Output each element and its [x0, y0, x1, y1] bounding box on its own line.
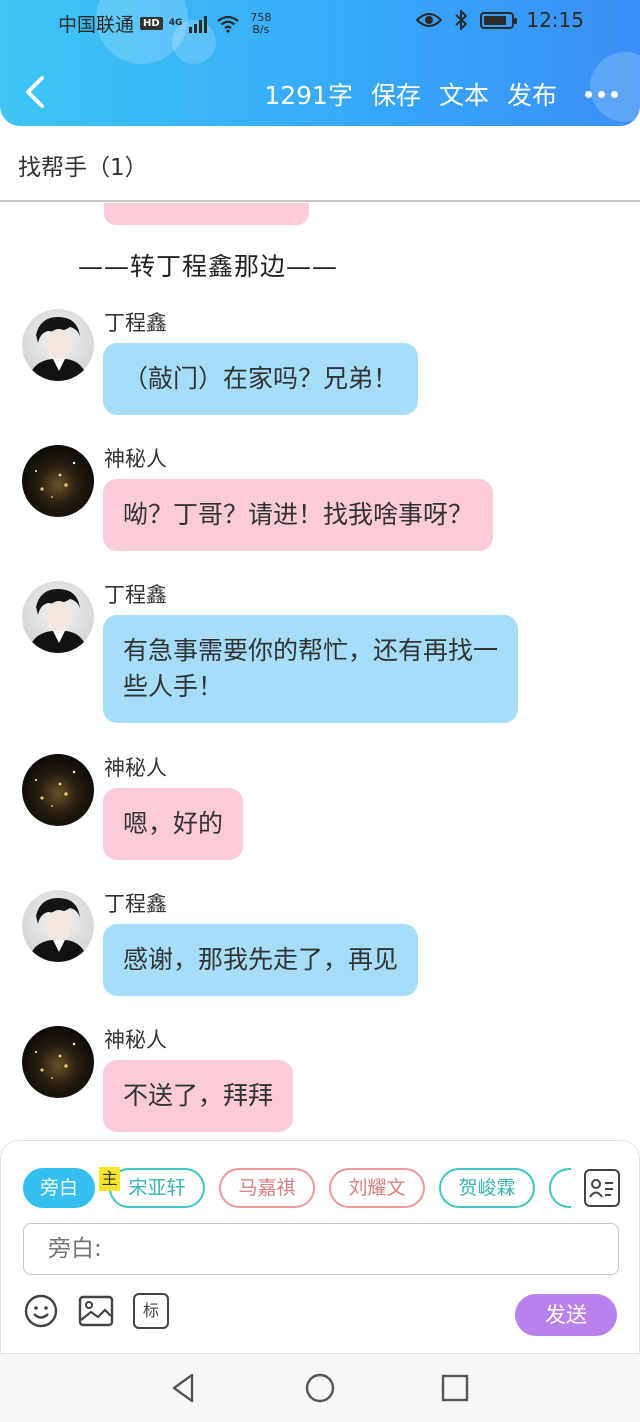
avatar[interactable] — [22, 1026, 94, 1098]
message-line: 些人手！ — [123, 672, 224, 701]
person-avatar-icon — [28, 317, 88, 381]
more-dot — [611, 90, 618, 98]
role-chip-narrator[interactable]: 旁白 — [23, 1168, 95, 1208]
nav-back-button[interactable] — [166, 1370, 202, 1406]
image-icon — [78, 1295, 114, 1327]
sender-name: 神秘人 — [104, 447, 167, 471]
battery-icon — [480, 11, 518, 29]
narration-line[interactable]: ——转丁程鑫那边—— — [78, 247, 338, 283]
chat-title-bar: 找帮手（1） — [0, 126, 640, 202]
sender-name: 丁程鑫 — [104, 583, 167, 607]
smiley-icon — [24, 1294, 58, 1328]
person-avatar-icon — [28, 898, 88, 962]
message-line: 有急事需要你的帮忙，还有再找一 — [123, 636, 499, 665]
message-bubble[interactable]: （敲门）在家吗？兄弟！ — [103, 343, 419, 415]
chevron-left-icon — [26, 76, 44, 108]
person-avatar-icon — [28, 589, 88, 653]
publish-button[interactable]: 发布 — [507, 76, 557, 112]
sparkle-avatar-icon — [35, 770, 76, 807]
square-recent-icon — [441, 1374, 469, 1402]
status-bar: 中国联通 HD 4G 758 B/s 12:15 — [0, 0, 640, 44]
role-chip[interactable]: 刘耀文 — [329, 1168, 425, 1208]
wifi-icon — [217, 15, 240, 33]
system-nav-bar — [0, 1354, 640, 1422]
avatar[interactable] — [22, 445, 94, 517]
image-button[interactable] — [78, 1293, 114, 1329]
tag-button[interactable]: 标 — [133, 1293, 169, 1329]
emoji-button[interactable] — [23, 1293, 59, 1329]
role-chip[interactable]: 马嘉祺 — [219, 1168, 315, 1208]
network-speed: 758 B/s — [250, 10, 272, 36]
back-button[interactable] — [16, 70, 56, 114]
message-bubble[interactable]: 有急事需要你的帮忙，还有再找一 些人手！ — [103, 615, 519, 723]
more-button[interactable] — [575, 90, 618, 98]
sender-name: 神秘人 — [104, 756, 167, 780]
role-chip[interactable]: 贺峻霖 — [439, 1168, 535, 1208]
more-dot — [598, 90, 605, 98]
more-dot — [585, 90, 592, 98]
hd-badge: HD — [140, 17, 163, 30]
avatar[interactable] — [22, 754, 94, 826]
sparkle-avatar-icon — [35, 461, 76, 498]
message-bubble[interactable]: 不送了，拜拜 — [103, 1060, 294, 1132]
avatar[interactable] — [22, 309, 94, 381]
header-toolbar: 1291字 保存 文本 发布 — [264, 76, 618, 112]
main-role-tag: 主 — [99, 1167, 120, 1191]
save-button[interactable]: 保存 — [371, 76, 421, 112]
bluetooth-icon — [455, 10, 468, 30]
avatar[interactable] — [22, 581, 94, 653]
role-chip-partial[interactable] — [549, 1168, 571, 1208]
sender-name: 神秘人 — [104, 1028, 167, 1052]
avatar[interactable] — [22, 890, 94, 962]
role-chip[interactable]: 宋亚轩 — [109, 1168, 205, 1208]
clock: 12:15 — [526, 8, 584, 32]
message-bubble[interactable]: 呦？丁哥？请进！找我啥事呀？ — [103, 479, 494, 551]
word-count: 1291字 — [264, 81, 353, 110]
sender-name: 丁程鑫 — [104, 892, 167, 916]
send-button[interactable]: 发送 — [515, 1294, 617, 1336]
circle-home-icon — [305, 1373, 335, 1403]
nav-home-button[interactable] — [302, 1370, 338, 1406]
text-button[interactable]: 文本 — [439, 76, 489, 112]
message-bubble[interactable]: 嗯，好的 — [103, 788, 244, 860]
signal-icon — [189, 15, 208, 33]
input-panel: 旁白 宋亚轩 马嘉祺 刘耀文 贺峻霖 标 发送 — [0, 1140, 640, 1354]
sparkle-avatar-icon — [35, 1042, 76, 1079]
chat-area[interactable]: ——转丁程鑫那边—— 丁程鑫 （敲门）在家吗？兄弟！ 神秘人 呦？丁哥？请进！找… — [0, 203, 640, 1143]
contact-card-icon — [589, 1179, 613, 1198]
app-header: 中国联通 HD 4G 758 B/s 12:15 1291字 保存 文本 发布 — [0, 0, 640, 126]
nav-recent-button[interactable] — [437, 1370, 473, 1406]
chat-title: 找帮手（1） — [18, 155, 148, 181]
message-bubble-partial[interactable] — [104, 203, 309, 225]
eye-icon — [416, 13, 443, 27]
carrier-label: 中国联通 — [58, 14, 135, 36]
message-bubble[interactable]: 感谢，那我先走了，再见 — [103, 924, 419, 996]
triangle-back-icon — [172, 1373, 194, 1403]
sender-name: 丁程鑫 — [104, 311, 167, 335]
network-type: 4G — [168, 18, 183, 28]
contact-card-button[interactable] — [584, 1169, 620, 1207]
message-input[interactable] — [23, 1223, 619, 1275]
